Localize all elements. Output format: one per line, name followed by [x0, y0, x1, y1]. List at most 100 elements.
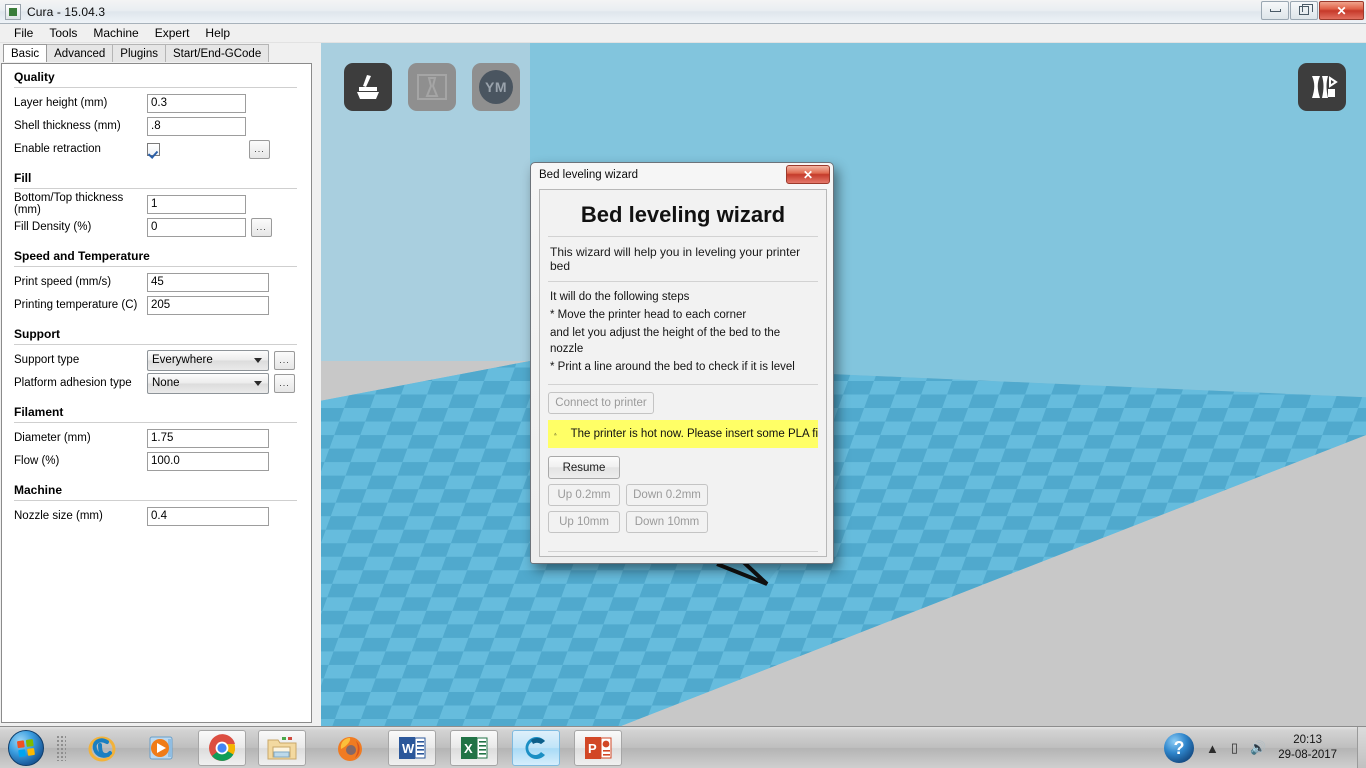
group-title-machine: Machine: [14, 483, 63, 497]
toolpath-button[interactable]: [408, 63, 456, 111]
chevron-down-icon: [254, 358, 262, 363]
input-printing-temperature[interactable]: [147, 295, 269, 315]
cura-icon: [525, 737, 545, 759]
label-shell-thickness: Shell thickness (mm): [14, 120, 121, 132]
close-button[interactable]: ✕: [1319, 1, 1364, 20]
dialog-body: Bed leveling wizard This wizard will hel…: [539, 189, 827, 557]
chevron-up-icon[interactable]: ▲: [1206, 741, 1219, 756]
tab-plugins[interactable]: Plugins: [112, 44, 166, 62]
windows-flag-icon: [16, 738, 35, 757]
connect-to-printer-button[interactable]: Connect to printer: [548, 392, 654, 414]
wizard-step-1-cont: and let you adjust the height of the bed…: [550, 327, 781, 355]
down-0.2mm-button[interactable]: Down 0.2mm: [626, 484, 708, 506]
excel-icon: X: [461, 737, 488, 759]
start-button[interactable]: [2, 728, 50, 768]
up-0.2mm-button[interactable]: Up 0.2mm: [548, 484, 620, 506]
input-diameter[interactable]: [147, 428, 269, 448]
setting-row-nozzle-size: Nozzle size (mm): [2, 505, 311, 527]
print-bed-scene: [321, 43, 1366, 726]
tab-start-end-gcode[interactable]: Start/End-GCode: [165, 44, 270, 62]
more-button-fill-density[interactable]: ...: [251, 217, 272, 237]
down-10mm-button[interactable]: Down 10mm: [626, 511, 708, 533]
up-10mm-button[interactable]: Up 10mm: [548, 511, 620, 533]
taskbar-grip[interactable]: [56, 735, 66, 761]
menu-machine[interactable]: Machine: [85, 25, 146, 41]
jog-row-coarse: Up 10mm Down 10mm: [540, 506, 826, 533]
powerpoint-icon: P: [585, 737, 612, 759]
taskbar-windows-media-player[interactable]: [138, 730, 186, 766]
maximize-button[interactable]: [1290, 1, 1318, 20]
label-platform-adhesion-type: Platform adhesion type: [14, 377, 132, 389]
taskbar-powerpoint[interactable]: P: [574, 730, 622, 766]
divider: [14, 344, 297, 345]
menu-expert[interactable]: Expert: [147, 25, 198, 41]
help-tray-icon[interactable]: ?: [1164, 733, 1194, 763]
taskbar-file-explorer[interactable]: [258, 730, 306, 766]
input-bottom-top-thickness[interactable]: [147, 194, 246, 214]
setting-row-diameter: Diameter (mm): [2, 427, 311, 449]
tab-basic[interactable]: Basic: [3, 44, 48, 62]
tab-advanced[interactable]: Advanced: [46, 44, 114, 62]
setting-row-shell-thickness: Shell thickness (mm): [2, 115, 311, 137]
taskbar-internet-explorer[interactable]: [78, 730, 126, 766]
label-enable-retraction: Enable retraction: [14, 143, 101, 155]
window-controls: ✕: [1261, 1, 1364, 20]
setting-row-printing-temperature: Printing temperature (C): [2, 294, 311, 316]
show-desktop-button[interactable]: [1357, 727, 1366, 768]
input-print-speed[interactable]: [147, 272, 269, 292]
setting-row-platform-adhesion-type: Platform adhesion type None ...: [2, 372, 311, 394]
warning-text: The printer is hot now. Please insert so…: [570, 428, 818, 440]
cura-icon: [5, 3, 21, 20]
more-button-platform-adhesion-type[interactable]: ...: [274, 373, 295, 393]
input-shell-thickness[interactable]: [147, 116, 246, 136]
divider: [14, 500, 297, 501]
view-mode-button[interactable]: [1298, 63, 1346, 111]
label-nozzle-size: Nozzle size (mm): [14, 510, 103, 522]
group-title-filament: Filament: [14, 405, 64, 419]
input-nozzle-size[interactable]: [147, 506, 269, 526]
menu-help[interactable]: Help: [197, 25, 238, 41]
more-button-support-type[interactable]: ...: [274, 350, 295, 370]
select-support-type-value: Everywhere: [152, 354, 213, 366]
restore-icon: [1299, 4, 1313, 15]
menu-file[interactable]: File: [6, 25, 41, 41]
minimize-button[interactable]: [1261, 1, 1289, 20]
select-platform-adhesion-type[interactable]: None: [147, 372, 269, 394]
youmagine-icon: YM: [479, 70, 513, 104]
clock-date: 29-08-2017: [1278, 749, 1338, 761]
checkbox-enable-retraction[interactable]: [147, 142, 160, 156]
share-youmagine-button[interactable]: YM: [472, 63, 520, 111]
clock[interactable]: 20:13 29-08-2017: [1278, 733, 1337, 763]
warning-banner: The printer is hot now. Please insert so…: [548, 420, 818, 448]
taskbar-cura[interactable]: [512, 730, 560, 766]
taskbar-google-chrome[interactable]: [198, 730, 246, 766]
battery-icon[interactable]: ▯: [1231, 740, 1238, 756]
wizard-subtitle: This wizard will help you in leveling yo…: [550, 245, 801, 273]
folder-icon: [267, 737, 297, 760]
label-support-type: Support type: [14, 354, 80, 366]
chrome-icon: [209, 734, 236, 761]
label-layer-height: Layer height (mm): [14, 97, 108, 109]
input-layer-height[interactable]: [147, 93, 246, 113]
more-button-enable-retraction[interactable]: ...: [249, 139, 270, 159]
taskbar-firefox[interactable]: [326, 730, 374, 766]
menu-bar: File Tools Machine Expert Help: [0, 24, 1366, 43]
taskbar-word[interactable]: W: [388, 730, 436, 766]
select-support-type[interactable]: Everywhere: [147, 349, 269, 371]
group-title-support: Support: [14, 327, 60, 341]
wizard-heading: Bed leveling wizard: [580, 202, 786, 227]
clock-time: 20:13: [1293, 734, 1323, 746]
dialog-close-button[interactable]: ✕: [786, 165, 830, 184]
resume-button[interactable]: Resume: [548, 456, 620, 479]
3d-viewport[interactable]: YM: [321, 43, 1366, 726]
load-model-button[interactable]: [344, 63, 392, 111]
menu-tools[interactable]: Tools: [41, 25, 85, 41]
window-title: Cura - 15.04.3: [27, 4, 106, 19]
speaker-icon[interactable]: 🔊: [1250, 740, 1266, 756]
group-title-fill: Fill: [14, 171, 32, 185]
taskbar-excel[interactable]: X: [450, 730, 498, 766]
media-player-icon: [149, 736, 173, 760]
setting-row-print-speed: Print speed (mm/s): [2, 271, 311, 293]
input-flow[interactable]: [147, 451, 269, 471]
input-fill-density[interactable]: [147, 217, 246, 237]
